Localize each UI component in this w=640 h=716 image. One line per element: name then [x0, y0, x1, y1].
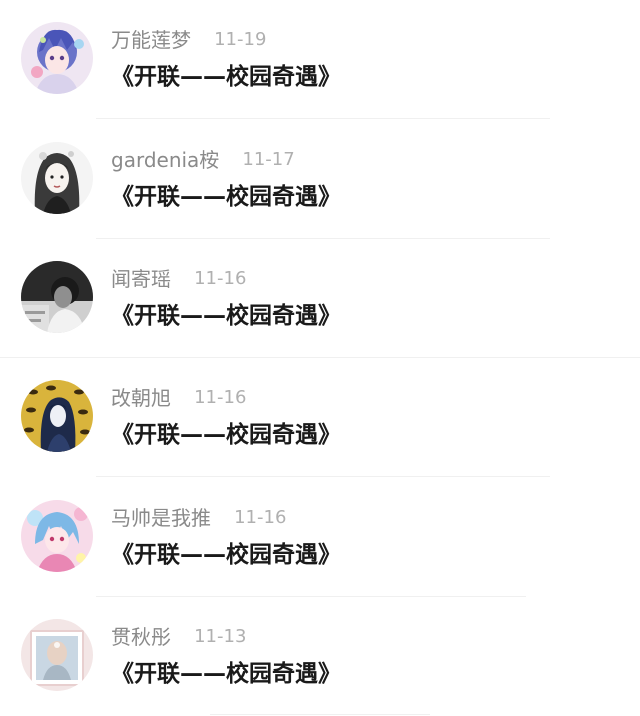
eyes-pattern-girl-icon — [21, 380, 93, 452]
comment-item[interactable]: 马帅是我推 11-16 《开联——校园奇遇》 — [0, 478, 640, 597]
comment-text: 《开联——校园奇遇》 — [111, 542, 341, 568]
divider — [96, 476, 550, 477]
comment-date: 11-16 — [234, 507, 287, 528]
avatar[interactable] — [21, 22, 93, 94]
comment-meta: 马帅是我推 11-16 — [111, 504, 286, 532]
username[interactable]: 改朝旭 — [111, 386, 171, 410]
avatar[interactable] — [21, 261, 93, 333]
comment-text: 《开联——校园奇遇》 — [111, 661, 341, 687]
sketch-girl-icon — [21, 142, 93, 214]
framed-portrait-icon — [21, 619, 93, 691]
pastel-anime-icon — [21, 500, 93, 572]
avatar[interactable] — [21, 380, 93, 452]
comment-item[interactable]: 闻寄瑶 11-16 《开联——校园奇遇》 — [0, 239, 640, 358]
comment-text: 《开联——校园奇遇》 — [111, 64, 341, 90]
avatar[interactable] — [21, 142, 93, 214]
username[interactable]: 马帅是我推 — [111, 506, 211, 530]
divider — [210, 714, 430, 715]
comment-date: 11-19 — [214, 29, 267, 50]
comment-text: 《开联——校园奇遇》 — [111, 422, 341, 448]
comment-text: 《开联——校园奇遇》 — [111, 184, 341, 210]
divider — [96, 118, 550, 119]
comment-meta: 万能莲梦 11-19 — [111, 26, 266, 54]
comment-list: 万能莲梦 11-19 《开联——校园奇遇》 gardenia桉 11-17 《开… — [0, 0, 640, 716]
comment-text: 《开联——校园奇遇》 — [111, 303, 341, 329]
username[interactable]: 闻寄瑶 — [111, 267, 171, 291]
comment-meta: 闻寄瑶 11-16 — [111, 265, 246, 293]
comment-date: 11-16 — [194, 268, 247, 289]
comment-meta: 改朝旭 11-16 — [111, 384, 246, 412]
username[interactable]: 万能莲梦 — [111, 28, 191, 52]
comment-meta: 贯秋彤 11-13 — [111, 623, 246, 651]
avatar[interactable] — [21, 500, 93, 572]
comment-date: 11-17 — [242, 149, 295, 170]
comment-date: 11-13 — [194, 626, 247, 647]
comment-item[interactable]: 贯秋彤 11-13 《开联——校园奇遇》 — [0, 597, 640, 716]
comment-meta: gardenia桉 11-17 — [111, 146, 295, 174]
username[interactable]: gardenia桉 — [111, 148, 219, 172]
comment-item[interactable]: 万能莲梦 11-19 《开联——校园奇遇》 — [0, 0, 640, 119]
anime-girl-blue-hair-icon — [21, 22, 93, 94]
comment-item[interactable]: gardenia桉 11-17 《开联——校园奇遇》 — [0, 120, 640, 239]
username[interactable]: 贯秋彤 — [111, 625, 171, 649]
comment-date: 11-16 — [194, 387, 247, 408]
avatar[interactable] — [21, 619, 93, 691]
monochrome-man-icon — [21, 261, 93, 333]
comment-item[interactable]: 改朝旭 11-16 《开联——校园奇遇》 — [0, 358, 640, 477]
